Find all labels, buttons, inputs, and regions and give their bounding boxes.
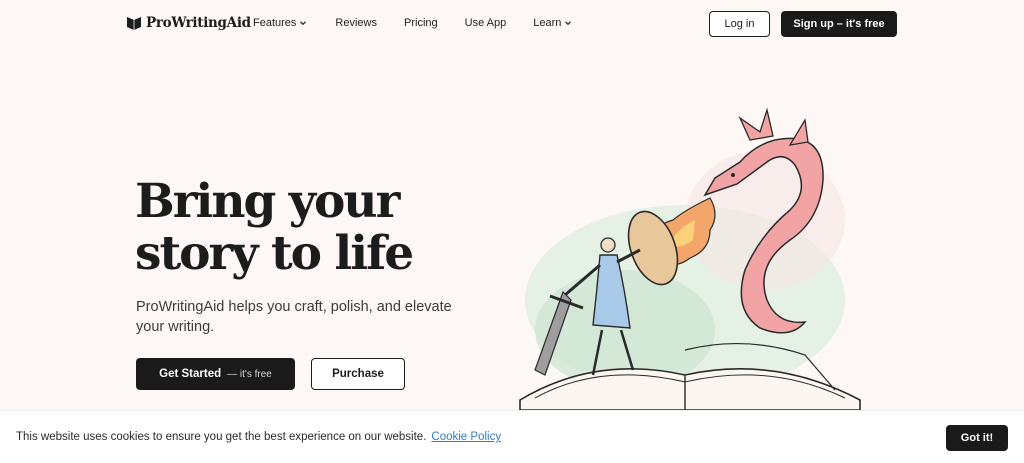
get-started-button[interactable]: Get Started — it's free xyxy=(136,358,295,390)
nav-item-pricing[interactable]: Pricing xyxy=(404,17,438,29)
cookie-message: This website uses cookies to ensure you … xyxy=(16,431,501,443)
signup-button[interactable]: Sign up – it's free xyxy=(781,11,897,37)
logo[interactable]: ProWritingAid xyxy=(126,13,251,33)
hero-subtitle: ProWritingAid helps you craft, polish, a… xyxy=(136,299,452,335)
logo-text: ProWritingAid xyxy=(146,15,251,31)
purchase-button[interactable]: Purchase xyxy=(311,358,405,390)
cookie-text: This website uses cookies to ensure you … xyxy=(16,431,427,443)
nav-links: Features Reviews Pricing Use App Learn xyxy=(253,16,572,30)
hero-title-line-2: story to life xyxy=(135,226,414,281)
book-heart-logo-icon xyxy=(127,17,141,30)
nav-item-label: Pricing xyxy=(404,17,438,29)
nav-item-reviews[interactable]: Reviews xyxy=(335,17,377,29)
hero-title-line-1: Bring your xyxy=(135,174,400,229)
nav-item-label: Learn xyxy=(533,17,562,29)
nav-item-label: Features xyxy=(253,17,297,29)
cookie-accept-button[interactable]: Got it! xyxy=(946,425,1008,451)
login-button[interactable]: Log in xyxy=(709,11,770,37)
chevron-down-icon xyxy=(565,21,572,26)
nav-item-label: Use App xyxy=(464,17,507,29)
top-navigation: ProWritingAid Features Reviews Pricing U… xyxy=(0,0,1024,46)
chevron-down-icon xyxy=(300,21,307,26)
nav-item-use-app[interactable]: Use App xyxy=(465,17,507,29)
nav-item-learn[interactable]: Learn xyxy=(533,17,572,29)
nav-item-features[interactable]: Features xyxy=(253,17,307,29)
get-started-label: Get Started xyxy=(159,368,222,380)
nav-item-label: Reviews xyxy=(335,17,377,29)
get-started-extra: — it's free xyxy=(227,368,272,380)
cookie-policy-link[interactable]: Cookie Policy xyxy=(431,431,501,443)
hero-illustration xyxy=(519,107,861,410)
hero-title: Bring your story to life xyxy=(135,176,465,280)
cookie-banner: This website uses cookies to ensure you … xyxy=(0,410,1024,463)
